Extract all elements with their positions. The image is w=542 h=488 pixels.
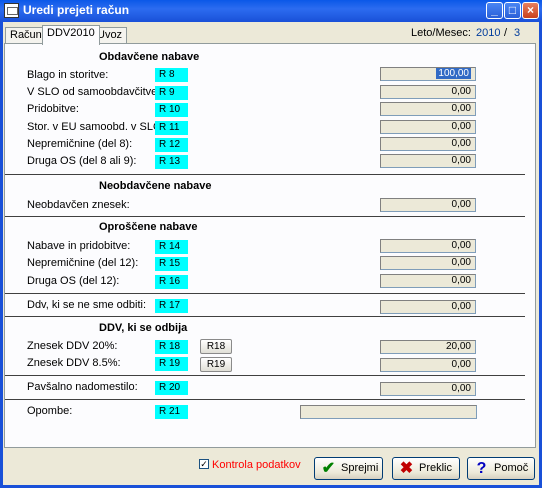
period-year: 2010	[476, 27, 501, 39]
code-r15: R 15	[155, 257, 188, 271]
title-bar: Uredi prejeti račun _ □ ×	[0, 0, 542, 22]
divider	[5, 293, 525, 294]
help-button-label: Pomoč	[494, 462, 529, 474]
field-stor[interactable]: 0,00	[380, 120, 476, 134]
label-vslo: V SLO od samoobdavčitve:	[27, 86, 161, 98]
app-icon	[4, 3, 19, 18]
label-neprem8: Nepremičnine (del 8):	[27, 138, 133, 150]
maximize-button[interactable]: □	[504, 2, 521, 19]
field-ddv20[interactable]: 20,00	[380, 340, 476, 354]
field-ddv85[interactable]: 0,00	[380, 358, 476, 372]
divider	[5, 216, 525, 217]
label-drugaos8: Druga OS (del 8 ali 9):	[27, 155, 137, 167]
close-button[interactable]: ×	[522, 2, 539, 19]
accept-button-label: Sprejmi	[341, 462, 379, 474]
field-opombe[interactable]	[300, 405, 477, 419]
cross-icon: ✖	[399, 460, 414, 477]
field-neobdavcen[interactable]: 0,00	[380, 198, 476, 212]
code-r17: R 17	[155, 299, 188, 313]
label-ddv85: Znesek DDV 8.5%:	[27, 357, 121, 369]
label-stor: Stor. v EU samoobd. v SLO:	[27, 121, 165, 133]
section-obdavcene: Obdavčene nabave	[99, 51, 200, 63]
label-neobdavcen: Neobdavčen znesek:	[27, 199, 130, 211]
code-r8: R 8	[155, 68, 188, 82]
code-r20: R 20	[155, 381, 188, 395]
code-r16: R 16	[155, 275, 188, 289]
label-nabave: Nabave in pridobitve:	[27, 240, 131, 252]
code-r21: R 21	[155, 405, 188, 419]
label-ddvne: Ddv, ki se ne sme odbiti:	[27, 299, 147, 311]
code-r19: R 19	[155, 357, 188, 371]
divider	[5, 399, 525, 400]
label-ddv20: Znesek DDV 20%:	[27, 340, 118, 352]
code-r18: R 18	[155, 340, 188, 354]
period-label: Leto/Mesec:	[411, 27, 471, 39]
field-vslo[interactable]: 0,00	[380, 85, 476, 99]
tab-ddv2010[interactable]: DDV2010	[42, 25, 100, 45]
field-nabave[interactable]: 0,00	[380, 239, 476, 253]
field-neprem12[interactable]: 0,00	[380, 256, 476, 270]
code-r9: R 9	[155, 86, 188, 100]
label-blago: Blago in storitve:	[27, 69, 109, 81]
field-drugaos12[interactable]: 0,00	[380, 274, 476, 288]
help-button[interactable]: ? Pomoč	[467, 457, 535, 480]
field-blago-value: 100,00	[436, 68, 471, 79]
kontrola-checkbox[interactable]: ✓	[199, 459, 209, 469]
section-oproscene: Oproščene nabave	[99, 221, 198, 233]
section-ddv: DDV, ki se odbija	[99, 322, 188, 334]
field-neprem8[interactable]: 0,00	[380, 137, 476, 151]
field-ddvne[interactable]: 0,00	[380, 300, 476, 314]
field-drugaos8[interactable]: 0,00	[380, 154, 476, 168]
code-r10: R 10	[155, 103, 188, 117]
label-neprem12: Nepremičnine (del 12):	[27, 257, 139, 269]
question-icon: ?	[476, 460, 487, 477]
period-separator: /	[504, 27, 508, 39]
label-opombe: Opombe:	[27, 405, 73, 417]
label-pridobitve: Pridobitve:	[27, 103, 79, 115]
field-blago[interactable]: 100,00	[380, 67, 476, 81]
r19-button[interactable]: R19	[200, 357, 232, 372]
accept-button[interactable]: ✔ Sprejmi	[314, 457, 383, 480]
kontrola-label: Kontrola podatkov	[212, 459, 301, 471]
code-r11: R 11	[155, 121, 188, 135]
code-r12: R 12	[155, 138, 188, 152]
window-title: Uredi prejeti račun	[23, 3, 130, 17]
checkmark-icon: ✔	[321, 460, 336, 477]
tab-racun[interactable]: Račun	[5, 27, 47, 44]
code-r13: R 13	[155, 155, 188, 169]
r18-button[interactable]: R18	[200, 339, 232, 354]
label-drugaos12: Druga OS (del 12):	[27, 275, 120, 287]
divider	[5, 375, 525, 376]
cancel-button-label: Preklic	[419, 462, 453, 474]
divider	[5, 174, 525, 175]
field-pavsal[interactable]: 0,00	[380, 382, 476, 396]
section-neobdavcene: Neobdavčene nabave	[99, 180, 212, 192]
label-pavsal: Pavšalno nadomestilo:	[27, 381, 138, 393]
cancel-button[interactable]: ✖ Preklic	[392, 457, 460, 480]
divider	[5, 316, 525, 317]
code-r14: R 14	[155, 240, 188, 254]
minimize-button[interactable]: _	[486, 2, 503, 19]
period-month: 3	[514, 27, 521, 39]
field-pridobitve[interactable]: 0,00	[380, 102, 476, 116]
